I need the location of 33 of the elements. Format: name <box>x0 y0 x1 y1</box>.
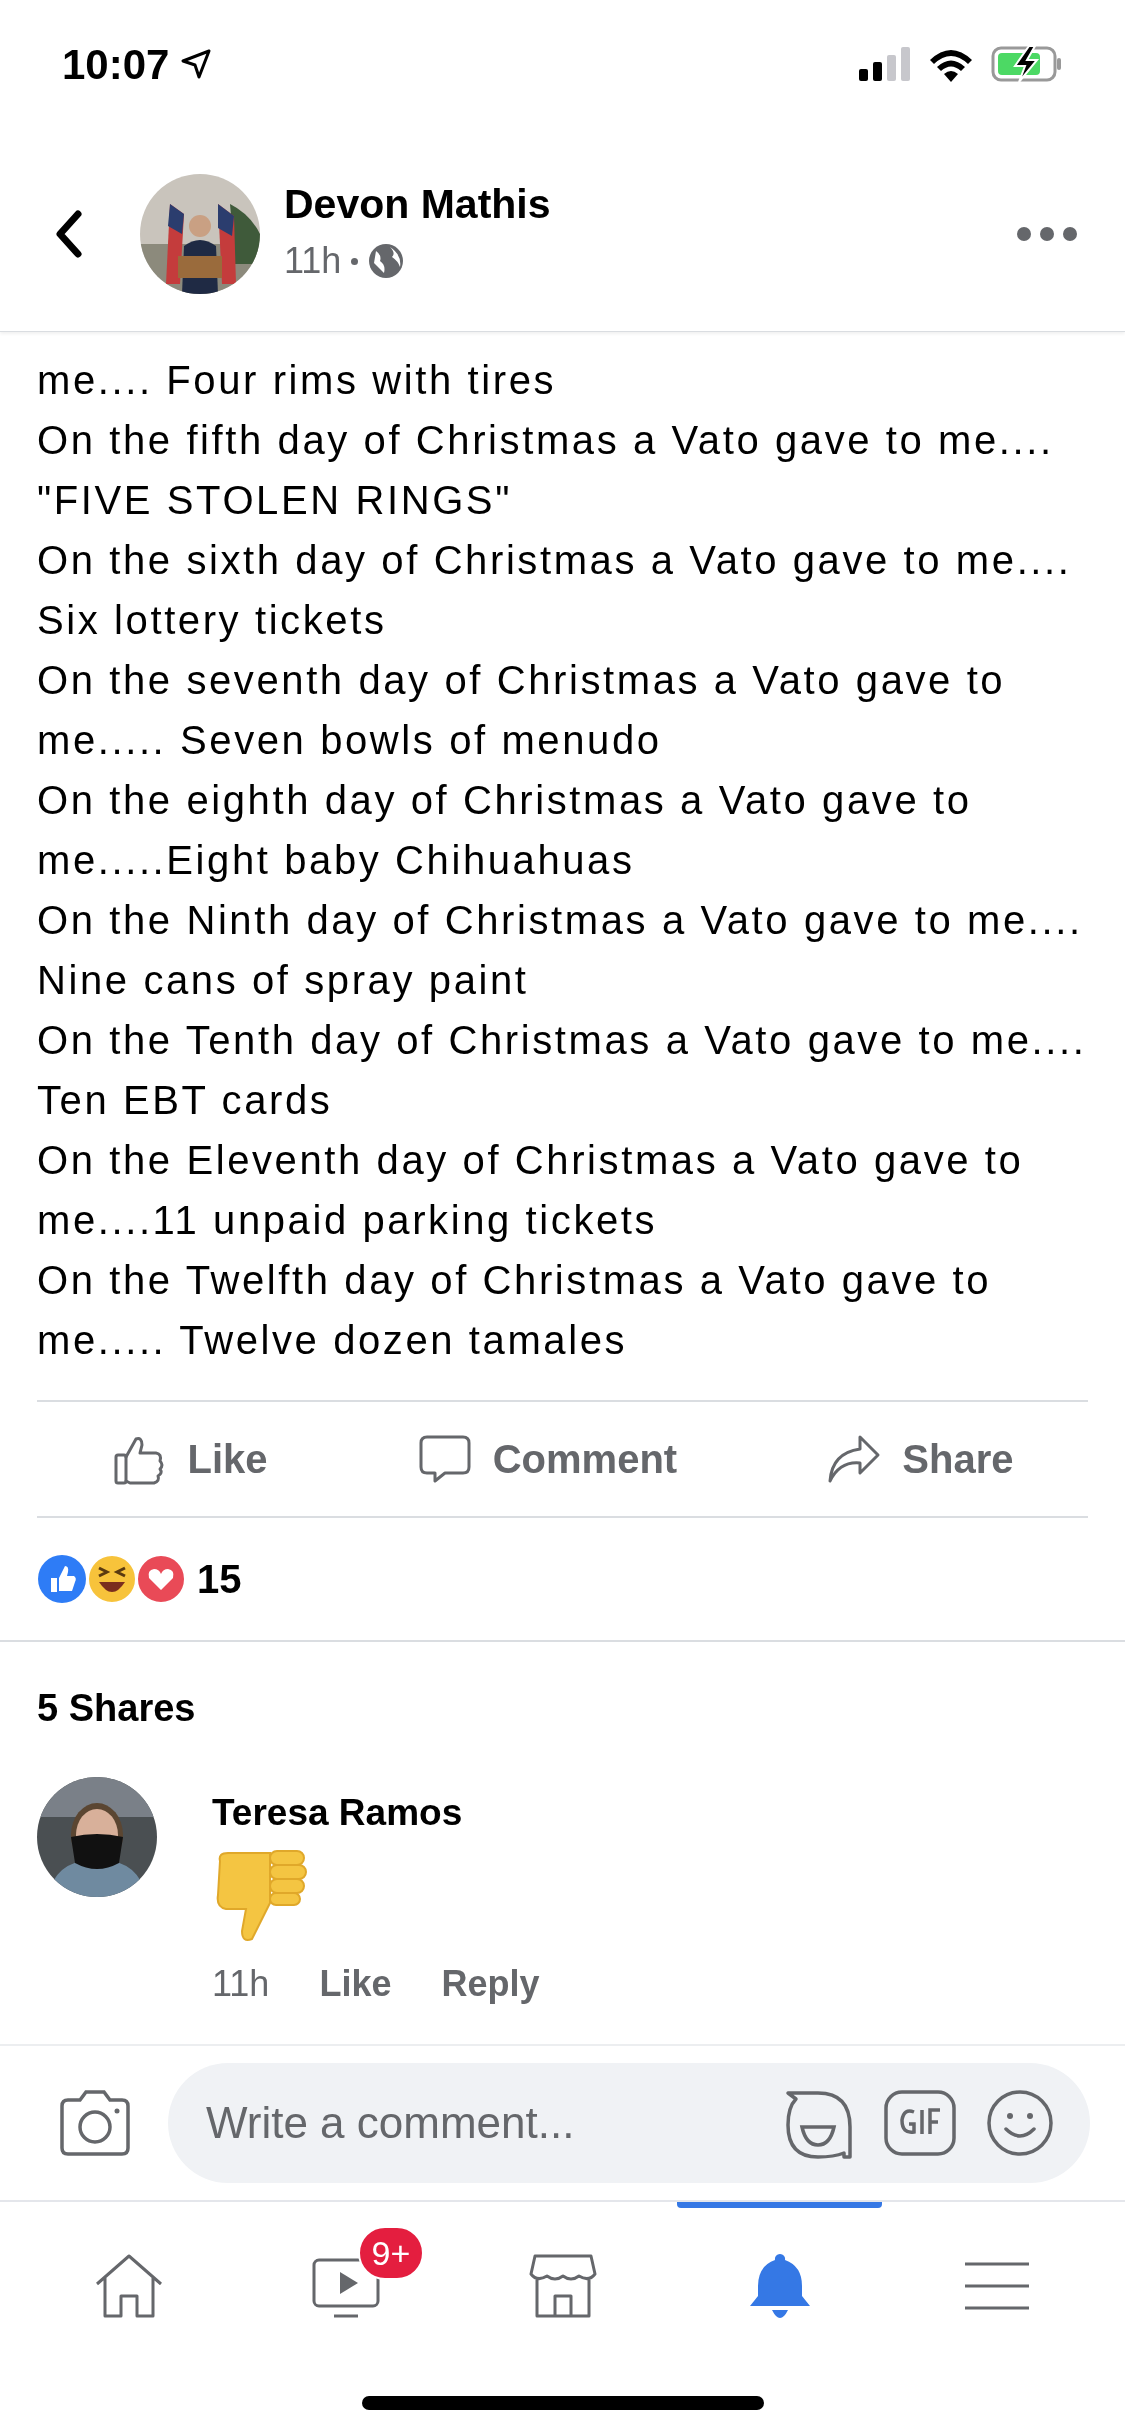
post-paragraph: On the seventh day of Christmas a Vato gave to me..... Seven bowls of menudo <box>37 657 1007 764</box>
post-paragraph: On the Tenth day of Christmas a Vato gave to me.... Ten EBT cards <box>37 1017 1088 1124</box>
commenter-name[interactable]: Teresa Ramos <box>212 1785 540 1841</box>
comment-action-link[interactable]: Reply <box>441 1956 540 2011</box>
post-action-button[interactable]: Comment <box>404 1421 690 1497</box>
camera-button[interactable] <box>58 2090 132 2156</box>
post-paragraph: On the fifth day of Christmas a Vato gave to me.... "FIVE STOLEN RINGS" <box>37 417 1055 524</box>
emoji-icon <box>986 2089 1054 2157</box>
post-paragraph: On the Twelfth day of Christmas a Vato gave to me..... Twelve dozen tamales <box>37 1257 993 1364</box>
comment-time: 11h <box>212 1961 270 2006</box>
post-paragraph: On the Eleventh day of Christmas a Vato gave to me....11 unpaid parking tickets <box>37 1137 1025 1244</box>
location-arrow-icon <box>181 49 212 79</box>
post-time: 11h <box>284 239 342 284</box>
post-paragraph: On the Ninth day of Christmas a Vato gave to me.... Nine cans of spray paint <box>37 897 1084 1004</box>
notification-badge: 9+ <box>357 2226 425 2280</box>
post-paragraph: On the sixth day of Christmas a Vato gave to me.... Six lottery tickets <box>37 537 1073 644</box>
comment-box[interactable]: Write a comment... <box>168 2063 1090 2183</box>
battery-charging-icon <box>991 46 1063 82</box>
gif-icon <box>884 2090 956 2156</box>
post-paragraph: On the eighth day of Christmas a Vato gave to me.....Eight baby Chihuahuas <box>37 777 973 884</box>
signal-icon <box>859 47 911 81</box>
comment-input-field[interactable]: Write a comment... <box>206 2090 752 2156</box>
status-time: 10:07 <box>62 39 170 90</box>
author-name[interactable]: Devon Mathis <box>284 178 551 231</box>
comment-action-link[interactable]: Like <box>319 1956 392 2011</box>
camera-icon <box>58 2090 132 2156</box>
post-paragraph: me.... Four rims with tires <box>37 357 558 404</box>
post-action-button[interactable]: Share <box>814 1421 1026 1497</box>
globe-icon <box>368 243 405 280</box>
chevron-left-icon <box>54 209 82 258</box>
shares-count[interactable]: 5 Shares <box>37 1687 196 1729</box>
reaction-count[interactable]: 15 <box>197 1549 242 1609</box>
post-action-button[interactable]: Like <box>99 1421 280 1497</box>
